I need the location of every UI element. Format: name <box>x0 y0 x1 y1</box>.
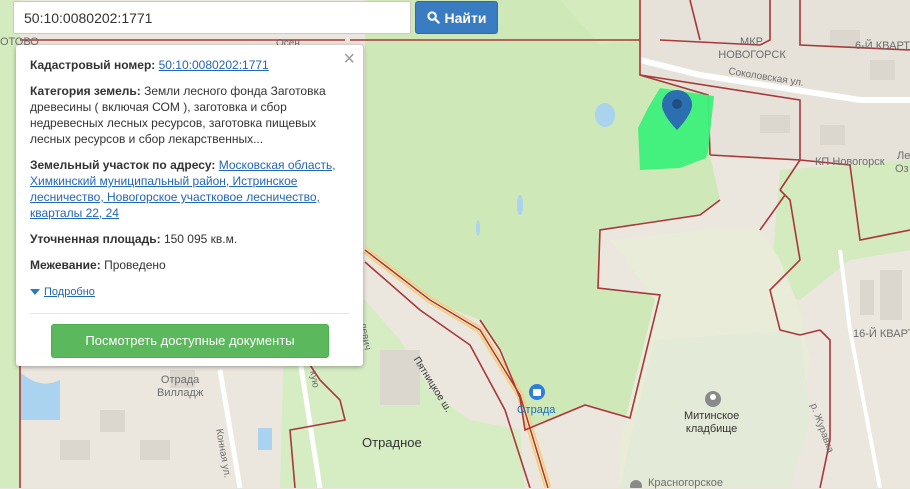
search-button-label: Найти <box>444 9 487 26</box>
map-label-kvartal16: 16-Й КВАРТАЛ <box>853 328 910 340</box>
map-label-novogorsk-top: МКР. НОВОГОРСК <box>718 36 786 61</box>
area-label: Уточненная площадь: <box>30 232 161 246</box>
area-row: Уточненная площадь: 150 095 кв.м. <box>30 231 349 247</box>
map-label-otrada-shop: Отрада <box>517 404 556 416</box>
map-label-oz: Оз <box>895 163 909 175</box>
survey-label: Межевание: <box>30 258 101 272</box>
parcel-info-card: × Кадастровый номер: 50:10:0080202:1771 … <box>16 45 363 366</box>
chevron-down-icon <box>30 289 40 295</box>
details-link-label: Подробно <box>44 286 95 298</box>
category-label: Категория земель: <box>30 84 141 98</box>
shopping-bag-icon <box>529 384 545 400</box>
view-documents-button[interactable]: Посмотреть доступные документы <box>51 324 329 358</box>
close-icon[interactable]: × <box>343 49 355 69</box>
view-documents-label: Посмотреть доступные документы <box>85 333 295 348</box>
cemetery-icon <box>705 391 721 407</box>
map-label-lesnoy: Ле <box>897 150 910 162</box>
details-link[interactable]: Подробно <box>30 284 95 300</box>
survey-value: Проведено <box>104 258 166 272</box>
cadastral-link[interactable]: 50:10:0080202:1771 <box>159 58 269 72</box>
address-row: Земельный участок по адресу: Московская … <box>30 157 349 221</box>
map-label-otrada-villadzh: Отрада Вилладж <box>157 374 204 399</box>
category-row: Категория земель: Земли лесного фонда За… <box>30 83 349 147</box>
cadastral-label: Кадастровый номер: <box>30 58 156 72</box>
search-button[interactable]: Найти <box>415 1 498 34</box>
map-label-krasnogorskoe: Красногорское <box>648 477 724 489</box>
map-label-kvartal6: 6-Й КВАРТАЛ <box>855 40 910 52</box>
search-input[interactable] <box>13 1 411 34</box>
map-label-kp-novogorsk: КП Новогорск <box>815 156 885 168</box>
search-icon <box>426 11 440 24</box>
survey-row: Межевание: Проведено <box>30 257 349 273</box>
map-label-otradnoe: Отрадное <box>362 435 422 450</box>
address-label: Земельный участок по адресу: <box>30 158 216 172</box>
cadastral-row: Кадастровый номер: 50:10:0080202:1771 <box>30 57 349 73</box>
map-label-mitinskoe: Митинское кладбище <box>684 410 740 435</box>
area-value: 150 095 кв.м. <box>163 232 238 246</box>
divider <box>30 313 349 314</box>
